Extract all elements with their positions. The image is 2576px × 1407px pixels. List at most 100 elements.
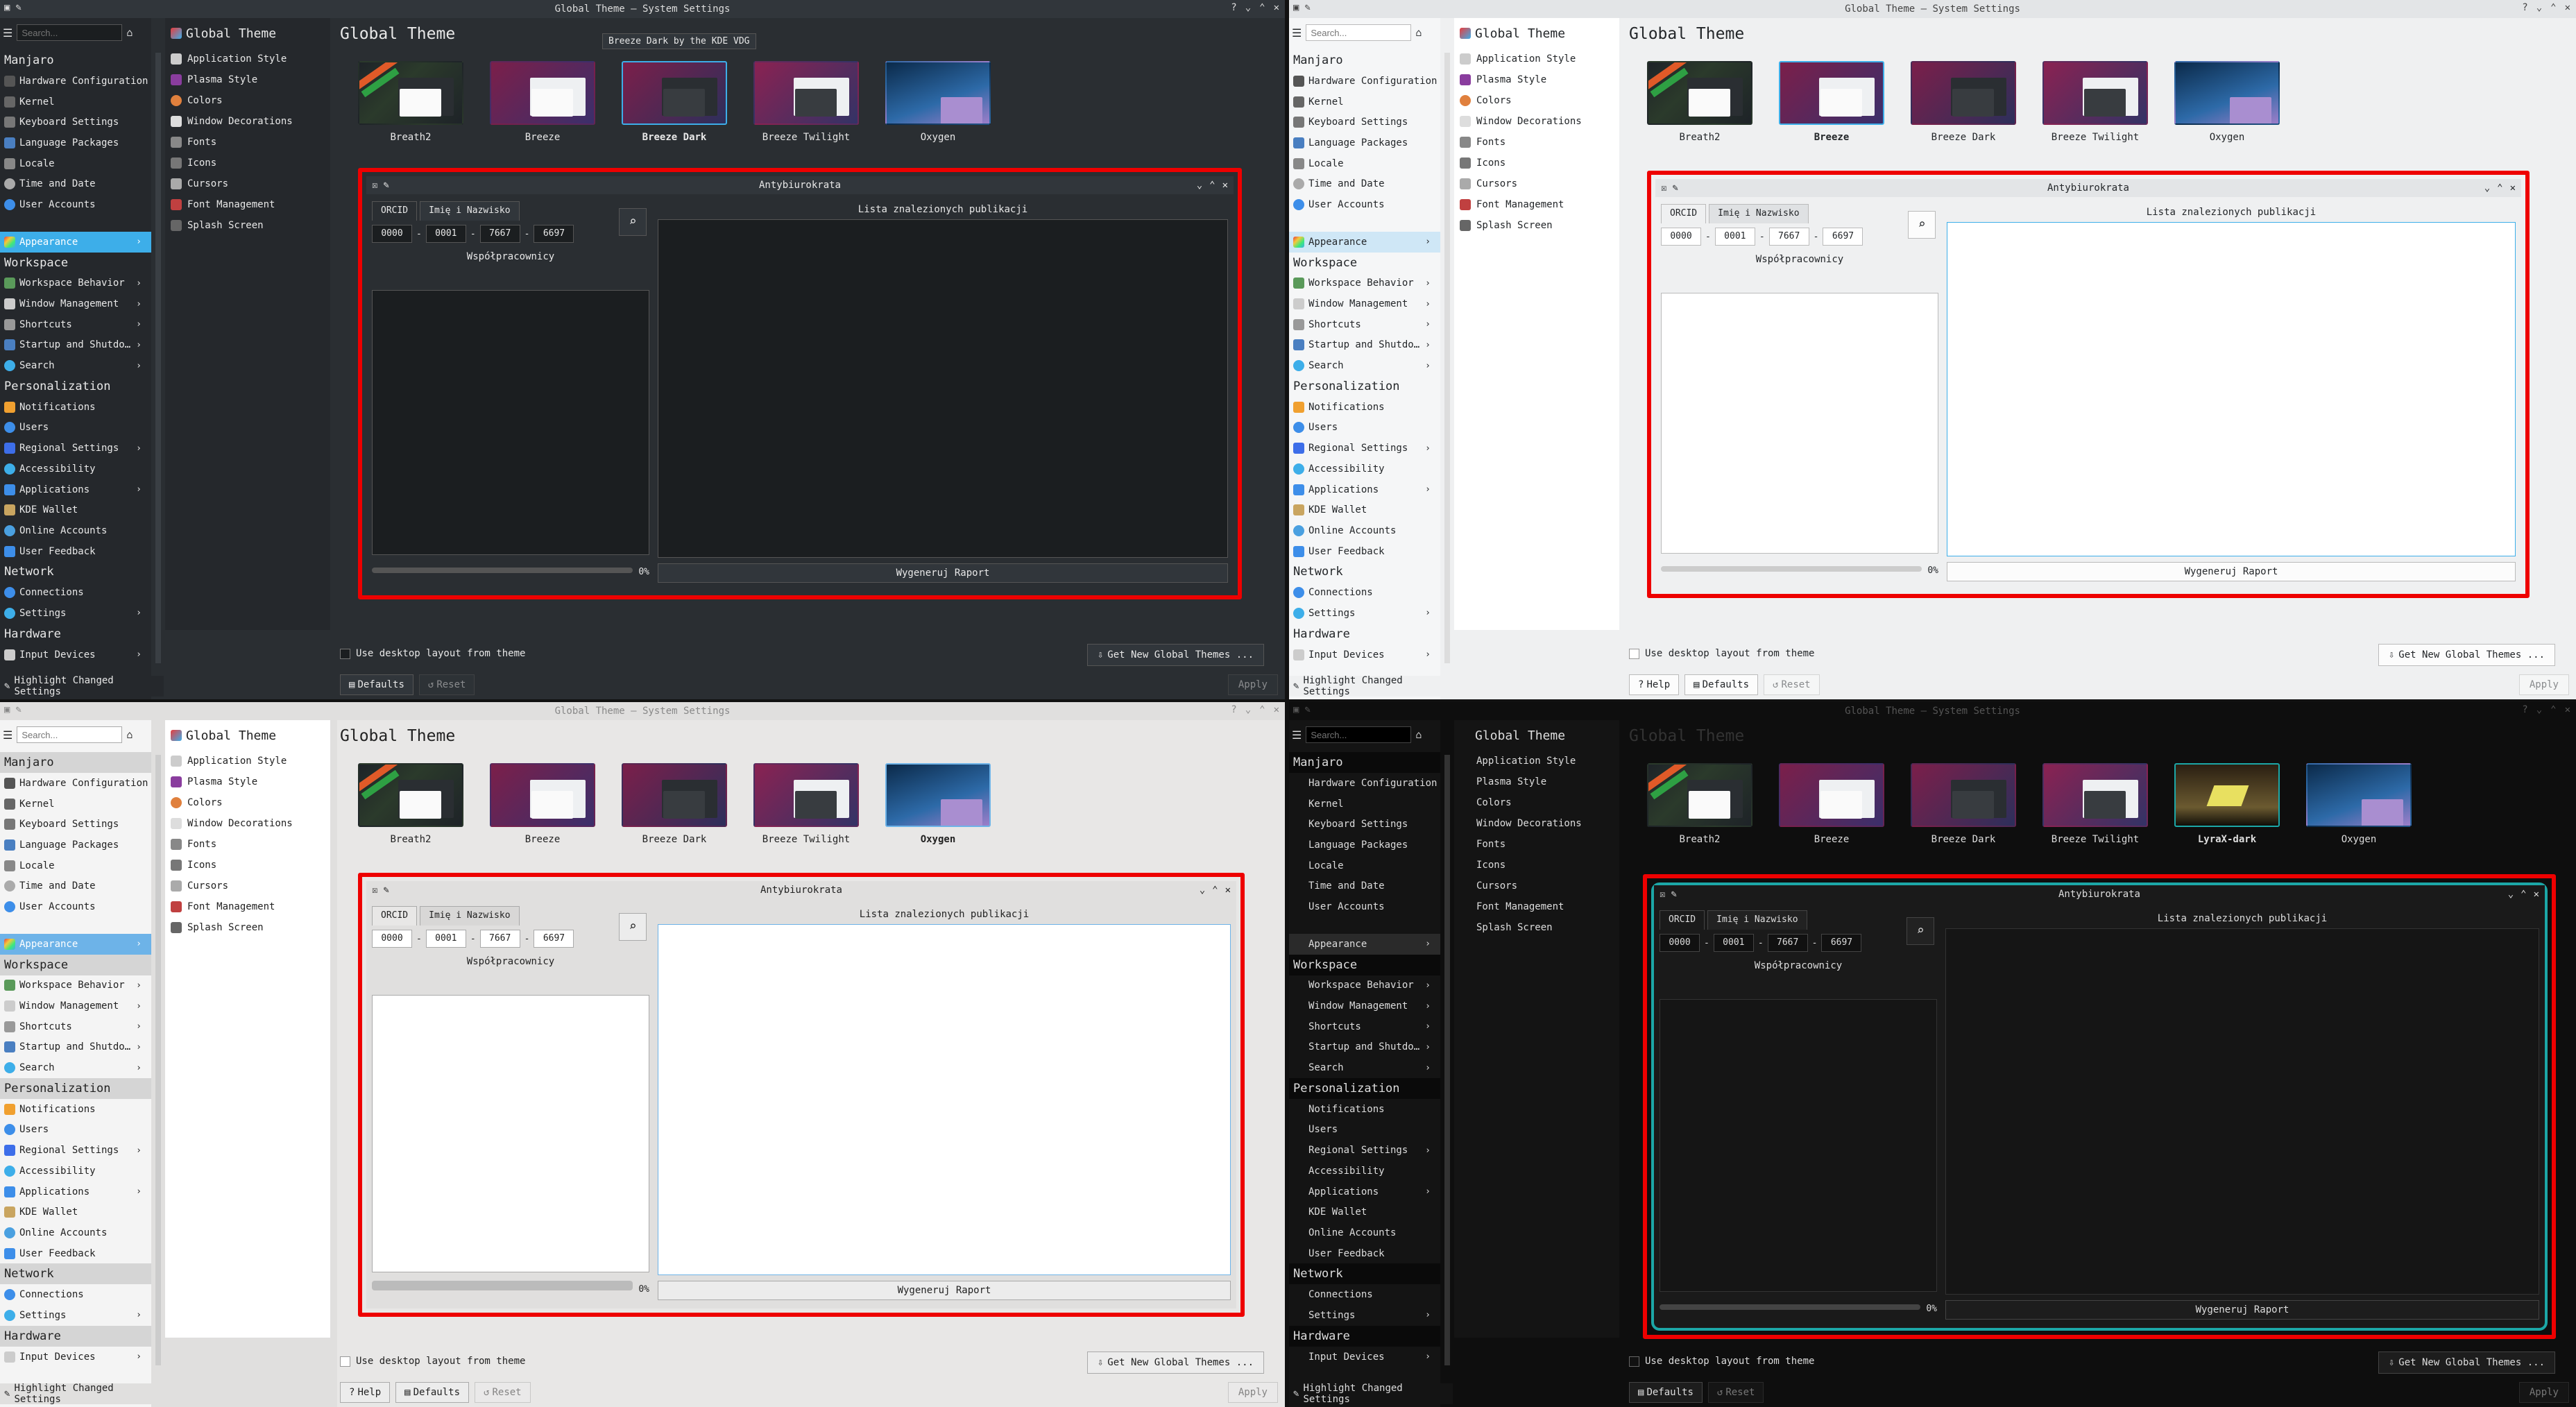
reset-button[interactable]: ↺ Reset [475,1382,531,1403]
theme-tile-breeze-twilight[interactable]: Breeze Twilight [753,61,859,143]
reset-button[interactable]: ↺ Reset [418,674,475,695]
search-input[interactable] [1306,726,1412,743]
coworkers-list[interactable] [1660,999,1937,1292]
midcol-item-cursors[interactable]: Cursors [165,173,330,194]
search-button[interactable]: ⌕ [1907,917,1934,945]
orcid-field-2[interactable]: 0001 [1714,228,1755,246]
sidebar-item-connections[interactable]: Connections [0,1284,151,1305]
generate-report-button[interactable]: Wygeneruj Raport [658,563,1228,583]
midcol-item-plasma-style[interactable]: Plasma Style [1454,69,1619,90]
maximize-icon[interactable]: ⌃ [1212,885,1218,896]
help-icon[interactable]: ? [2522,2,2527,13]
home-icon[interactable]: ⌂ [126,26,133,39]
sidebar-item-user-feedback[interactable]: User Feedback [1289,1243,1440,1264]
get-new-themes-button[interactable]: ⇩ Get New Global Themes ... [1086,644,1264,666]
midcol-item-window-decorations[interactable]: Window Decorations [165,111,330,132]
midcol-item-colors[interactable]: Colors [165,792,330,813]
highlight-changed-settings[interactable]: ✎ Highlight Changed Settings [1289,675,1453,697]
search-button[interactable]: ⌕ [619,208,647,236]
sidebar-item-window-management[interactable]: Window Management › [0,996,151,1016]
sidebar-item-regional-settings[interactable]: Regional Settings › [1289,438,1440,459]
sidebar-item-accessibility[interactable]: Accessibility [1289,459,1440,479]
sidebar-item-window-management[interactable]: Window Management › [1289,996,1440,1016]
sidebar-item-appearance[interactable]: Appearance › [0,933,151,955]
sidebar-item-kde-wallet[interactable]: KDE Wallet [1289,500,1440,520]
tab-name[interactable]: Imię i Nazwisko [1707,910,1807,930]
sidebar-item-user-accounts[interactable]: User Accounts [1289,896,1440,917]
theme-tile-breeze-dark[interactable]: Breeze Dark [622,763,727,845]
sidebar-item-startup-shutdown[interactable]: Startup and Shutdo… › [1289,1037,1440,1058]
sidebar-item-users[interactable]: Users [1289,1120,1440,1141]
sidebar-item-workspace-behavior[interactable]: Workspace Behavior › [1289,273,1440,294]
theme-tile-oxygen[interactable]: Oxygen [885,763,991,845]
sidebar-item-kde-wallet[interactable]: KDE Wallet [1289,1202,1440,1222]
pin-icon[interactable]: ✎ [383,885,389,896]
publications-list[interactable] [658,219,1228,558]
use-layout-checkbox[interactable] [340,648,350,659]
close-icon[interactable]: ✕ [1274,2,1279,13]
close-icon[interactable]: ✕ [1222,180,1228,191]
midcol-item-splash-screen[interactable]: Splash Screen [165,215,330,236]
sidebar-item-accessibility[interactable]: Accessibility [1289,1161,1440,1182]
app-icon[interactable]: ☒ [1661,182,1666,194]
sidebar-item-notifications[interactable]: Notifications [1289,397,1440,418]
sidebar-item-input-devices[interactable]: Input Devices › [0,645,151,665]
sidebar-item-connections[interactable]: Connections [0,582,151,603]
close-icon[interactable]: ✕ [1225,885,1231,896]
midcol-item-fonts[interactable]: Fonts [1454,132,1619,153]
sidebar-item-keyboard-settings[interactable]: Keyboard Settings [1289,112,1440,133]
tab-name[interactable]: Imię i Nazwisko [420,906,520,926]
orcid-field-2[interactable]: 0001 [425,930,466,948]
app-icon[interactable]: ☒ [372,180,377,191]
theme-tile-breeze[interactable]: Breeze [1779,763,1884,845]
defaults-button[interactable]: ▤ Defaults [395,1382,470,1403]
home-icon[interactable]: ⌂ [126,728,133,741]
apply-button[interactable]: Apply [2518,1382,2569,1403]
midcol-item-splash-screen[interactable]: Splash Screen [1454,215,1619,236]
sidebar-item-startup-shutdown[interactable]: Startup and Shutdo… › [0,335,151,356]
midcol-item-colors[interactable]: Colors [1454,90,1619,111]
sidebar-item-appearance[interactable]: Appearance › [0,231,151,253]
app-menu-icon[interactable]: ▣ [4,2,10,13]
maximize-icon[interactable]: ⌃ [2550,2,2556,13]
pin-icon[interactable]: ✎ [383,180,389,191]
sidebar-item-hardware-configuration[interactable]: Hardware Configuration [1289,773,1440,794]
orcid-field-1[interactable]: 0000 [1661,228,1701,246]
midcol-item-splash-screen[interactable]: Splash Screen [165,917,330,938]
search-input[interactable] [17,726,123,743]
global-theme-header[interactable]: Global Theme [165,720,330,751]
sidebar-item-applications[interactable]: Applications › [1289,1182,1440,1202]
theme-tile-breath2[interactable]: Breath2 [1647,763,1752,845]
sidebar-item-input-devices[interactable]: Input Devices › [1289,1347,1440,1367]
use-layout-checkbox[interactable] [1629,648,1639,659]
orcid-field-2[interactable]: 0001 [425,225,466,243]
sidebar-item-keyboard-settings[interactable]: Keyboard Settings [1289,814,1440,835]
use-layout-checkbox[interactable] [340,1356,350,1367]
sidebar-item-startup-shutdown[interactable]: Startup and Shutdo… › [1289,335,1440,356]
sidebar-item-notifications[interactable]: Notifications [0,1099,151,1120]
sidebar-item-shortcuts[interactable]: Shortcuts › [1289,314,1440,335]
midcol-item-splash-screen[interactable]: Splash Screen [1454,917,1619,938]
close-icon[interactable]: ✕ [2534,889,2539,900]
sidebar-item-user-feedback[interactable]: User Feedback [0,541,151,562]
sidebar-item-accessibility[interactable]: Accessibility [0,1161,151,1182]
generate-report-button[interactable]: Wygeneruj Raport [658,1281,1231,1300]
minimize-icon[interactable]: ⌄ [1200,885,1205,896]
orcid-field-4[interactable]: 6697 [534,225,574,243]
sidebar-item-language-packages[interactable]: Language Packages [1289,835,1440,855]
theme-tile-breath2[interactable]: Breath2 [358,61,463,143]
theme-tile-oxygen[interactable]: Oxygen [2174,61,2280,143]
midcol-item-plasma-style[interactable]: Plasma Style [165,69,330,90]
sidebar-item-user-feedback[interactable]: User Feedback [0,1243,151,1264]
sidebar-item-shortcuts[interactable]: Shortcuts › [0,314,151,335]
midcol-item-font-management[interactable]: Font Management [165,896,330,917]
midcol-item-icons[interactable]: Icons [1454,153,1619,173]
use-layout-checkbox-row[interactable]: Use desktop layout from theme [1629,1356,1814,1367]
hamburger-menu-icon[interactable]: ☰ [1292,26,1302,40]
sidebar-item-kernel[interactable]: Kernel [0,92,151,112]
sidebar-item-applications[interactable]: Applications › [0,479,151,500]
sidebar-item-search[interactable]: Search › [1289,355,1440,376]
tab-name[interactable]: Imię i Nazwisko [420,201,520,221]
apply-button[interactable]: Apply [1227,674,1278,695]
coworkers-list[interactable] [1661,293,1938,554]
